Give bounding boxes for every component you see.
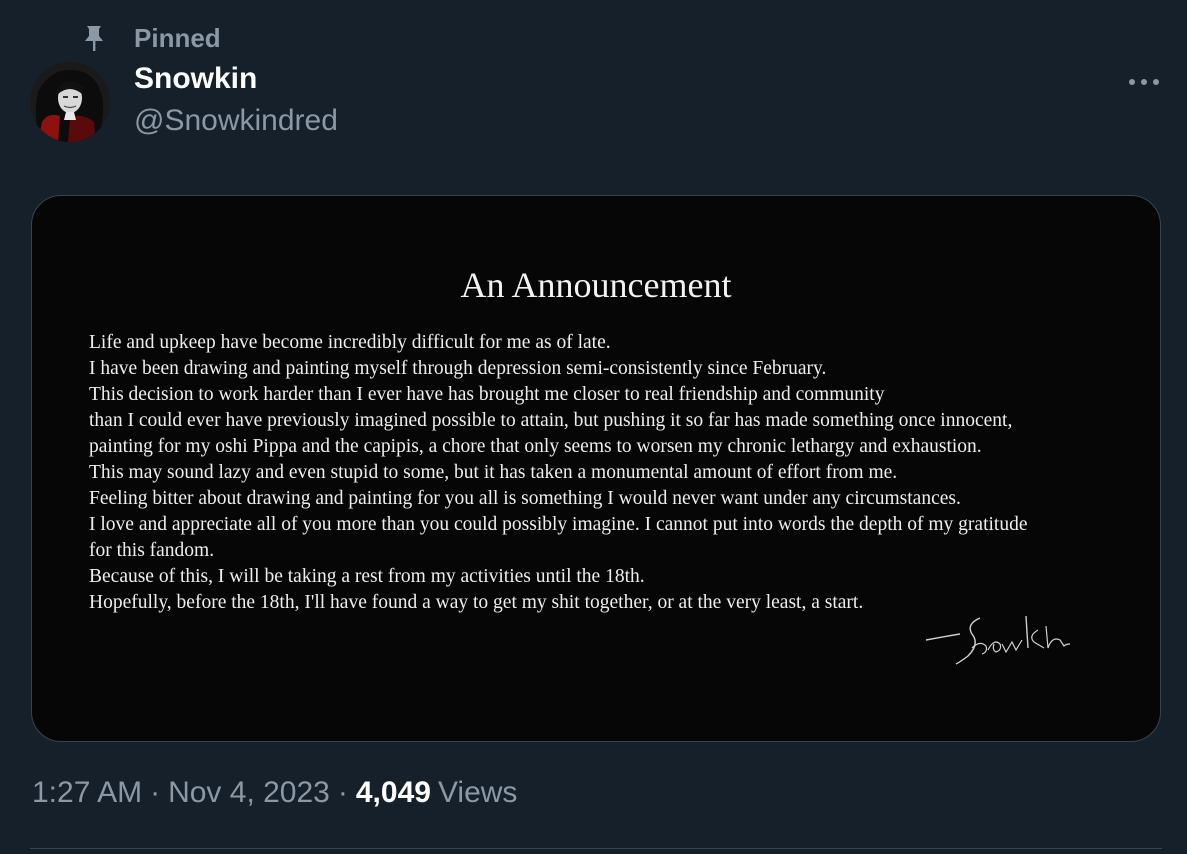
announcement-line: Because of this, I will be taking a rest… (89, 566, 645, 587)
pinned-label: Pinned (134, 22, 221, 53)
avatar[interactable] (30, 62, 110, 142)
announcement-line: for this fandom. (89, 540, 215, 561)
announcement-body: Life and upkeep have become incredibly d… (89, 330, 1139, 616)
author-display-name[interactable]: Snowkin (134, 62, 257, 96)
pin-icon (80, 22, 108, 54)
announcement-line: I have been drawing and painting myself … (89, 358, 827, 379)
tweet-time[interactable]: 1:27 AM (32, 776, 142, 810)
separator-dot: · (337, 776, 348, 809)
announcement-line: painting for my oshi Pippa and the capip… (89, 436, 982, 457)
views-count: 4,049 (355, 776, 431, 809)
tweet-date[interactable]: Nov 4, 2023 (168, 776, 330, 810)
divider (30, 848, 1162, 849)
tweet-media-image[interactable]: An Announcement Life and upkeep have bec… (31, 195, 1161, 742)
announcement-title: An Announcement (460, 265, 732, 305)
announcement-line: This decision to work harder than I ever… (89, 384, 885, 405)
tweet-page: Pinned Snowkin @Snowkindred An Announcem… (0, 0, 1187, 854)
handwritten-signature (925, 615, 1071, 665)
more-icon (1128, 73, 1160, 91)
announcement-line: I love and appreciate all of you more th… (89, 514, 1028, 535)
views-label: Views (437, 776, 518, 809)
announcement-line: Life and upkeep have become incredibly d… (89, 332, 611, 353)
pinned-indicator: Pinned (80, 20, 221, 56)
author-handle[interactable]: @Snowkindred (134, 104, 338, 138)
separator-dot: · (150, 776, 161, 809)
announcement-line: This may sound lazy and even stupid to s… (89, 462, 898, 483)
tweet-metadata: 1:27 AM · Nov 4, 2023 · 4,049 Views (32, 776, 517, 810)
announcement-line: than I could ever have previously imagin… (89, 410, 1013, 431)
announcement-line: Feeling bitter about drawing and paintin… (89, 488, 961, 509)
more-options-button[interactable] (1124, 66, 1164, 98)
